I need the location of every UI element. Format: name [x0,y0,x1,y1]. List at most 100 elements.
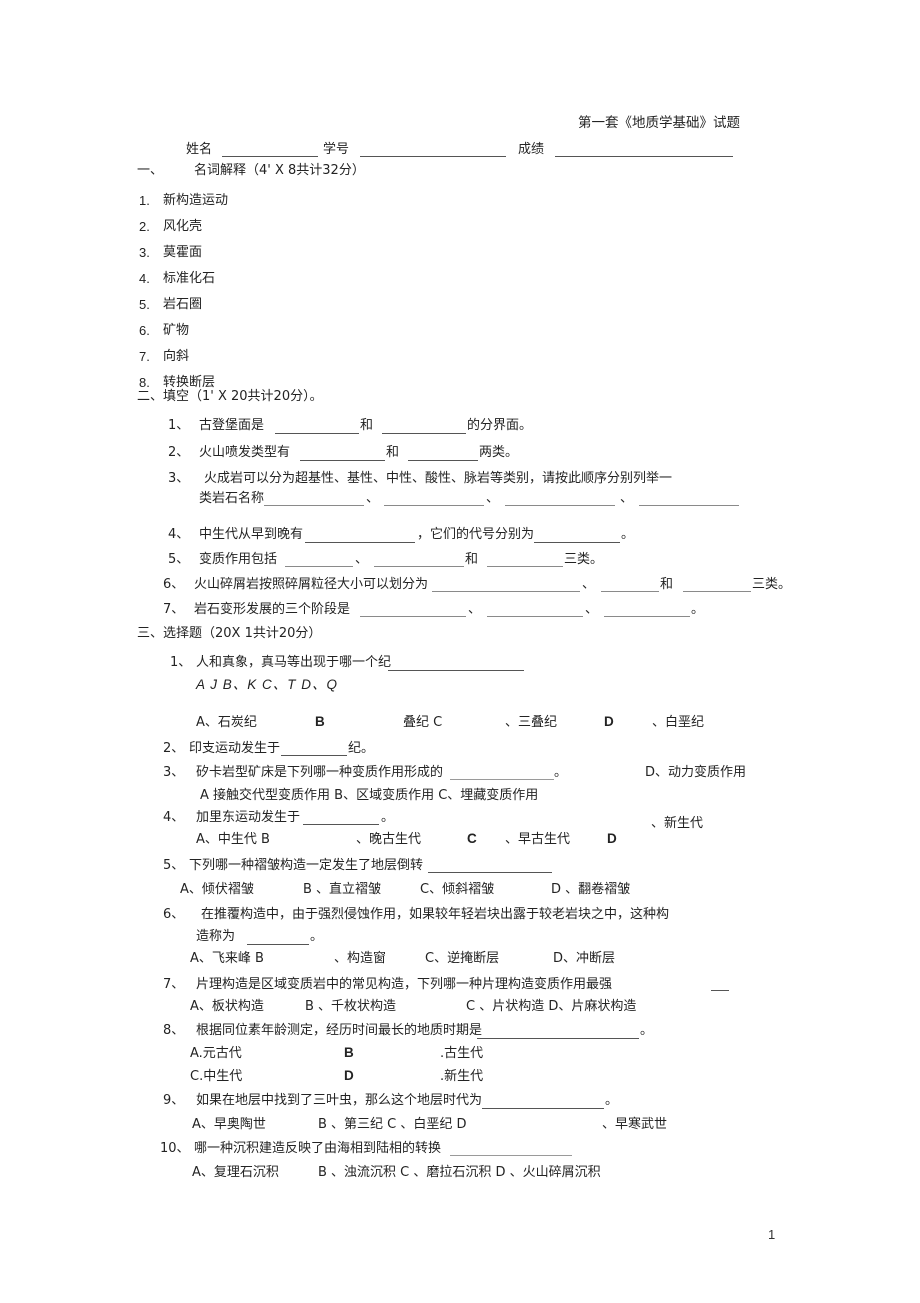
mc-q1-option-a[interactable]: A、石炭纪 [196,716,257,729]
fill-q4-post: 。 [621,527,635,542]
mc-q4-option-c-text[interactable]: 、早古生代 [505,833,570,846]
mc-q7-option-b[interactable]: B 、千枚状构造 [305,1000,396,1013]
fill-q4-number: 4、 [168,527,190,542]
fill-q5-number: 5、 [168,552,190,567]
mc-q1-option-c-text[interactable]: 、三叠纪 [505,716,557,729]
mc-q9-option-a[interactable]: A、早奥陶世 [192,1118,266,1131]
score-blank[interactable] [555,156,733,157]
fill-q3-blank-1[interactable] [264,505,364,506]
mc-q2-blank[interactable] [281,755,347,756]
term-label: 风化壳 [163,219,203,234]
fill-q2-pre: 火山喷发类型有 [199,445,291,460]
mc-q1-option-d-text[interactable]: 、白垩纪 [652,716,704,729]
fill-q2-blank-1[interactable] [300,460,385,461]
mc-q10-number: 10、 [160,1141,190,1156]
fill-q5-blank-1[interactable] [285,566,353,567]
mc-q8-option-d-text[interactable]: .新生代 [440,1070,483,1083]
mc-q10-option-bcd[interactable]: B 、浊流沉积 C 、磨拉石沉积 D 、火山碎屑沉积 [318,1166,601,1179]
fill-q7-blank-2[interactable] [487,616,583,617]
mc-q4-option-c[interactable]: C [467,832,477,846]
fill-q3-blank-2[interactable] [384,505,484,506]
mc-q1-option-b[interactable]: B [315,715,325,729]
term-label: 莫霍面 [163,245,203,260]
name-label: 姓名 [186,142,213,157]
fill-q3-sep-3: 、 [620,491,634,506]
fill-q6-number: 6、 [163,577,185,592]
mc-q6-option-b-text[interactable]: 、构造窗 [334,952,386,965]
fill-q3-sep-2: 、 [486,491,500,506]
mc-q10-blank[interactable] [450,1155,572,1156]
fill-q1-pre: 古登堡面是 [199,418,265,433]
fill-q3-blank-3[interactable] [505,505,615,506]
fill-q5-pre: 变质作用包括 [199,552,278,567]
fill-q1-blank-2[interactable] [382,433,466,434]
fill-q7-blank-1[interactable] [360,616,466,617]
fill-q5-blank-3[interactable] [487,566,563,567]
name-blank[interactable] [222,156,318,157]
fill-q7-blank-3[interactable] [604,616,690,617]
mc-q3-option-d[interactable]: D、动力变质作用 [645,766,746,779]
fill-q2-blank-2[interactable] [408,460,478,461]
mc-q10-option-a[interactable]: A、复理石沉积 [192,1166,279,1179]
term-number: 1. [139,193,150,208]
student-id-blank[interactable] [360,156,506,157]
fill-q6-pre: 火山碎屑岩按照碎屑粒径大小可以划分为 [194,577,429,592]
fill-q5-blank-2[interactable] [374,566,464,567]
mc-q8-blank[interactable] [477,1038,639,1039]
mc-q1-option-d[interactable]: D [604,715,614,729]
mc-q6-option-a[interactable]: A、飞来峰 B [190,952,264,965]
term-label: 标准化石 [163,271,216,286]
mc-q4-option-a[interactable]: A、中生代 B [196,833,270,846]
mc-q3-blank[interactable] [450,779,554,780]
mc-q7-blank[interactable] [711,990,729,991]
mc-q5-option-b[interactable]: B 、直立褶皱 [303,883,381,896]
student-id-label: 学号 [323,142,350,157]
mc-q7-option-a[interactable]: A、板状构造 [190,1000,264,1013]
mc-q8-option-b-text[interactable]: .古生代 [440,1047,483,1060]
mc-q8-stem: 根据同位素年龄测定，经历时间最长的地质时期是 [196,1023,483,1038]
mc-q5-option-c[interactable]: C、倾斜褶皱 [420,883,494,896]
mc-q6-blank[interactable] [247,944,309,945]
mc-q5-option-d[interactable]: D 、翻卷褶皱 [551,883,630,896]
mc-q1-blank[interactable] [388,670,524,671]
mc-q4-blank[interactable] [303,824,379,825]
mc-q8-option-d[interactable]: D [344,1069,354,1083]
mc-q5-blank[interactable] [428,872,552,873]
term-number: 7. [139,349,150,364]
mc-q8-option-c[interactable]: C.中生代 [190,1070,242,1083]
mc-q3-options-line[interactable]: A 接触交代型变质作用 B、区域变质作用 C、埋藏变质作用 [200,789,538,802]
mc-q1-number: 1、 [170,655,192,670]
fill-q4-blank-1[interactable] [305,542,415,543]
fill-q1-blank-1[interactable] [275,433,359,434]
mc-q1-codeline: A J B、K C、T D、Q [196,677,339,692]
mc-q9-stem-tail: 。 [605,1093,619,1108]
fill-q6-blank-1[interactable] [432,591,580,592]
section-three-heading: 三、选择题（20X 1共计20分） [137,626,322,641]
mc-q8-option-b[interactable]: B [344,1046,354,1060]
fill-q4-blank-2[interactable] [534,542,620,543]
mc-q9-option-bcd[interactable]: B 、第三纪 C 、白垩纪 D [318,1118,467,1131]
fill-q7-sep-1: 、 [468,602,482,617]
mc-q9-number: 9、 [163,1093,185,1108]
mc-q4-option-b-text[interactable]: 、晚古生代 [356,833,421,846]
mc-q5-option-a[interactable]: A、倾伏褶皱 [180,883,254,896]
fill-q3-blank-4[interactable] [639,505,739,506]
mc-q7-option-cd[interactable]: C 、片状构造 D、片麻状构造 [466,1000,636,1013]
mc-q3-number: 3、 [163,765,185,780]
fill-q6-mid: 和 [660,577,674,592]
fill-q6-blank-2[interactable] [601,591,659,592]
mc-q9-option-d-text[interactable]: 、早寒武世 [602,1118,667,1131]
mc-q9-blank[interactable] [482,1108,604,1109]
fill-q4-pre: 中生代从早到晚有 [199,527,304,542]
term-number: 2. [139,219,150,234]
fill-q6-sep: 、 [582,577,596,592]
term-number: 4. [139,271,150,286]
mc-q4-option-d-text[interactable]: 、新生代 [651,817,703,830]
term-label: 新构造运动 [163,193,229,208]
mc-q6-option-c[interactable]: C、逆掩断层 [425,952,499,965]
mc-q6-option-d[interactable]: D、冲断层 [553,952,615,965]
fill-q6-blank-3[interactable] [683,591,751,592]
mc-q1-option-b-text[interactable]: 叠纪 C [403,716,442,729]
mc-q4-option-d[interactable]: D [607,832,617,846]
mc-q8-option-a[interactable]: A.元古代 [190,1047,242,1060]
